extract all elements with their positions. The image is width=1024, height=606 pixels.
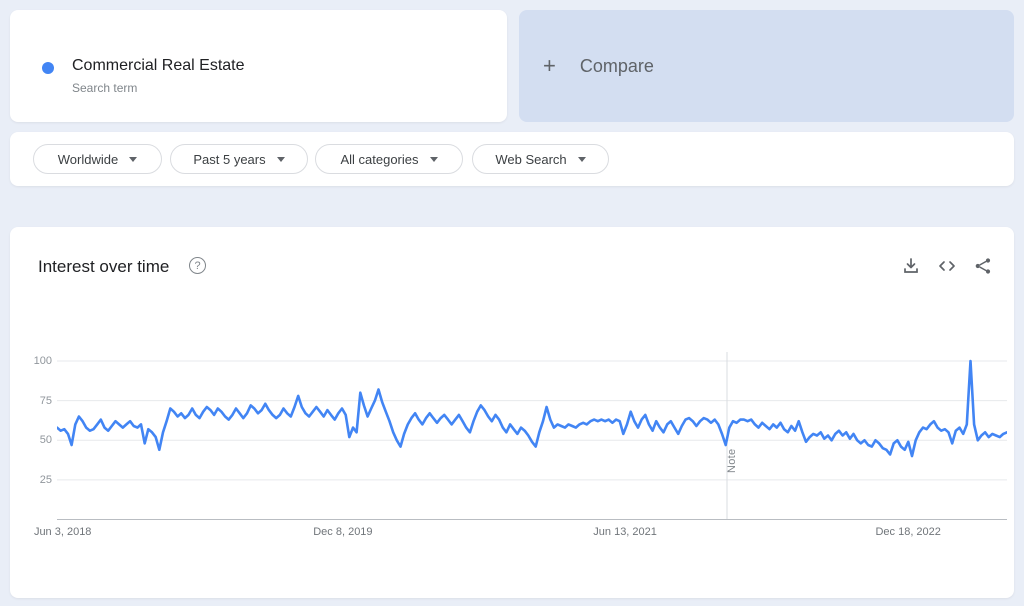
share-icon[interactable] (974, 257, 992, 275)
search-term-title: Commercial Real Estate (72, 57, 245, 74)
filter-bar: Worldwide Past 5 years All categories We… (10, 132, 1014, 186)
x-tick-label: Jun 13, 2021 (593, 526, 657, 538)
compare-label: Compare (579, 55, 654, 76)
plus-icon: + (543, 53, 556, 78)
trend-line-chart (55, 352, 1009, 520)
geo-filter-label: Worldwide (57, 151, 119, 167)
search-term-subtitle: Search term (72, 81, 138, 95)
chevron-down-icon (276, 156, 285, 162)
time-filter-dropdown[interactable]: Past 5 years (170, 144, 308, 174)
chart-title: Interest over time (38, 257, 170, 276)
note-annotation[interactable]: Note (726, 423, 738, 473)
y-tick-label: 50 (39, 434, 52, 447)
time-filter-label: Past 5 years (193, 151, 266, 167)
search-type-filter-label: Web Search (495, 151, 567, 167)
x-axis-labels: Jun 3, 2018 Dec 8, 2019 Jun 13, 2021 Dec 18… (34, 526, 1007, 542)
series-color-dot (42, 62, 54, 74)
y-tick-label: 75 (39, 394, 52, 407)
category-filter-label: All categories (340, 151, 419, 167)
compare-card[interactable]: + Compare (519, 10, 1014, 122)
trend-line-plot[interactable] (55, 352, 1009, 520)
embed-icon[interactable] (937, 257, 957, 275)
geo-filter-dropdown[interactable]: Worldwide (33, 144, 162, 174)
search-type-filter-dropdown[interactable]: Web Search (472, 144, 609, 174)
category-filter-dropdown[interactable]: All categories (315, 144, 463, 174)
chart-actions (902, 257, 992, 275)
download-icon[interactable] (902, 257, 920, 275)
y-tick-label: 25 (39, 473, 52, 486)
y-axis-labels: 100 75 50 25 (10, 227, 52, 527)
x-tick-label: Dec 8, 2019 (313, 526, 373, 538)
help-icon[interactable]: ? (189, 257, 206, 274)
x-tick-label: Dec 18, 2022 (875, 526, 941, 538)
y-tick-label: 100 (33, 355, 52, 367)
search-term-card[interactable]: Commercial Real Estate Search term (10, 10, 507, 122)
compare-row: + Compare (543, 10, 654, 122)
chevron-down-icon (577, 156, 586, 162)
chevron-down-icon (129, 156, 138, 162)
x-tick-label: Jun 3, 2018 (33, 526, 92, 538)
interest-over-time-card: Interest over time ? 100 75 50 25 Note Jun … (10, 227, 1014, 598)
chevron-down-icon (429, 156, 438, 162)
